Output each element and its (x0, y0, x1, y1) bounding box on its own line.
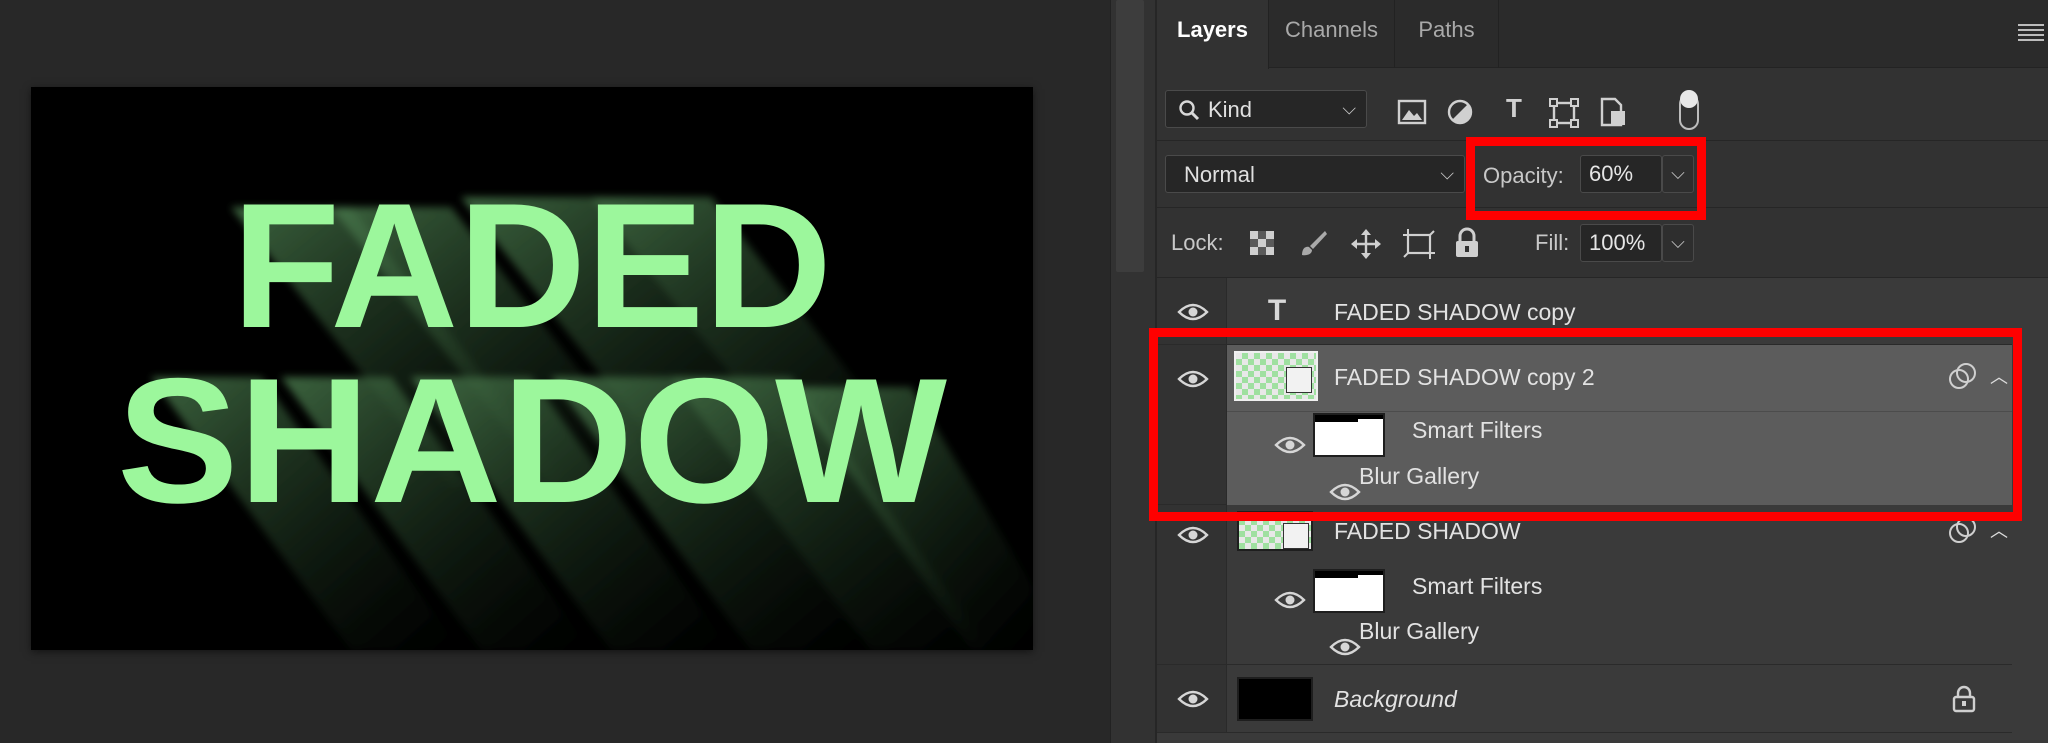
filter-name[interactable]: Blur Gallery (1359, 618, 1479, 645)
lock-image-pixels-brush-icon[interactable] (1298, 228, 1328, 258)
canvas-text-shadow: SHADOW (117, 341, 947, 540)
layer-name[interactable]: FADED SHADOW copy (1334, 299, 1576, 326)
pixel-layer-filter-icon[interactable] (1397, 99, 1427, 125)
text-layer-icon: T (1267, 294, 1287, 327)
layer-row-background[interactable]: Background (1157, 665, 2012, 733)
lock-position-move-icon[interactable] (1350, 228, 1382, 260)
lock-transparent-pixels-icon[interactable] (1249, 230, 1275, 256)
layer-filter-row: Kind ⌵ T (1157, 69, 2048, 141)
fill-slider-chevron-icon[interactable]: ⌵ (1662, 224, 1694, 262)
document-canvas[interactable]: FADED SHADOW (31, 87, 1033, 650)
canvas-scroll-thumb[interactable] (1116, 0, 1144, 272)
layer-thumbnail[interactable] (1237, 677, 1313, 721)
blend-mode-dropdown[interactable]: Normal ⌵ (1165, 155, 1465, 193)
shape-layer-filter-icon[interactable] (1549, 98, 1579, 128)
panel-tab-bar: Layers Channels Paths (1157, 0, 2048, 69)
adjustment-layer-filter-icon[interactable] (1446, 98, 1474, 126)
smart-object-filter-icon[interactable] (1599, 97, 1627, 127)
fill-label: Fill: (1535, 230, 1570, 255)
tab-layers[interactable]: Layers (1157, 0, 1269, 69)
filter-toggle-switch[interactable] (1677, 89, 1701, 131)
lock-all-icon[interactable] (1454, 227, 1480, 259)
canvas-text-faded: FADED (232, 166, 832, 365)
lock-artboard-icon[interactable] (1402, 228, 1436, 260)
smart-filters-label[interactable]: Smart Filters (1412, 573, 1542, 600)
chevron-down-icon: ⌵ (1342, 98, 1356, 119)
eye-icon[interactable] (1177, 689, 1209, 709)
eye-icon[interactable] (1274, 590, 1306, 610)
layer-name[interactable]: Background (1334, 686, 1457, 713)
opacity-highlight-box (1466, 137, 1706, 220)
smart-object-badge-icon (1283, 523, 1309, 549)
type-layer-filter-icon[interactable]: T (1499, 93, 1529, 124)
lock-label: Lock: (1171, 230, 1224, 255)
filter-kind-dropdown[interactable]: Kind ⌵ (1165, 90, 1367, 128)
blend-mode-value: Normal (1184, 162, 1255, 187)
search-icon (1179, 100, 1200, 121)
layer-row-smart-object[interactable]: FADED SHADOW ︿ Smart Filters Blur Galler… (1157, 505, 2012, 665)
artwork: FADED SHADOW (117, 166, 1033, 650)
lock-icon[interactable] (1952, 685, 1976, 713)
filter-mask-thumbnail[interactable] (1313, 569, 1385, 613)
layers-panel: Layers Channels Paths Kind ⌵ T Normal ⌵ … (1149, 0, 2048, 743)
layer-name[interactable]: FADED SHADOW (1334, 518, 1521, 545)
layer-highlight-box (1149, 328, 2022, 521)
chevron-down-icon: ⌵ (1440, 163, 1454, 184)
tab-paths[interactable]: Paths (1395, 0, 1499, 68)
canvas-area: FADED SHADOW (0, 0, 1110, 743)
tab-channels[interactable]: Channels (1269, 0, 1395, 68)
eye-icon[interactable] (1177, 525, 1209, 545)
fill-input[interactable]: 100% (1580, 224, 1662, 262)
eye-icon[interactable] (1329, 637, 1361, 657)
filter-kind-label: Kind (1208, 97, 1253, 122)
photoshop-workspace: FADED SHADOW Layers Channels Paths Kind … (0, 0, 2048, 743)
eye-icon[interactable] (1177, 302, 1209, 322)
panel-menu-icon[interactable] (2018, 24, 2044, 42)
